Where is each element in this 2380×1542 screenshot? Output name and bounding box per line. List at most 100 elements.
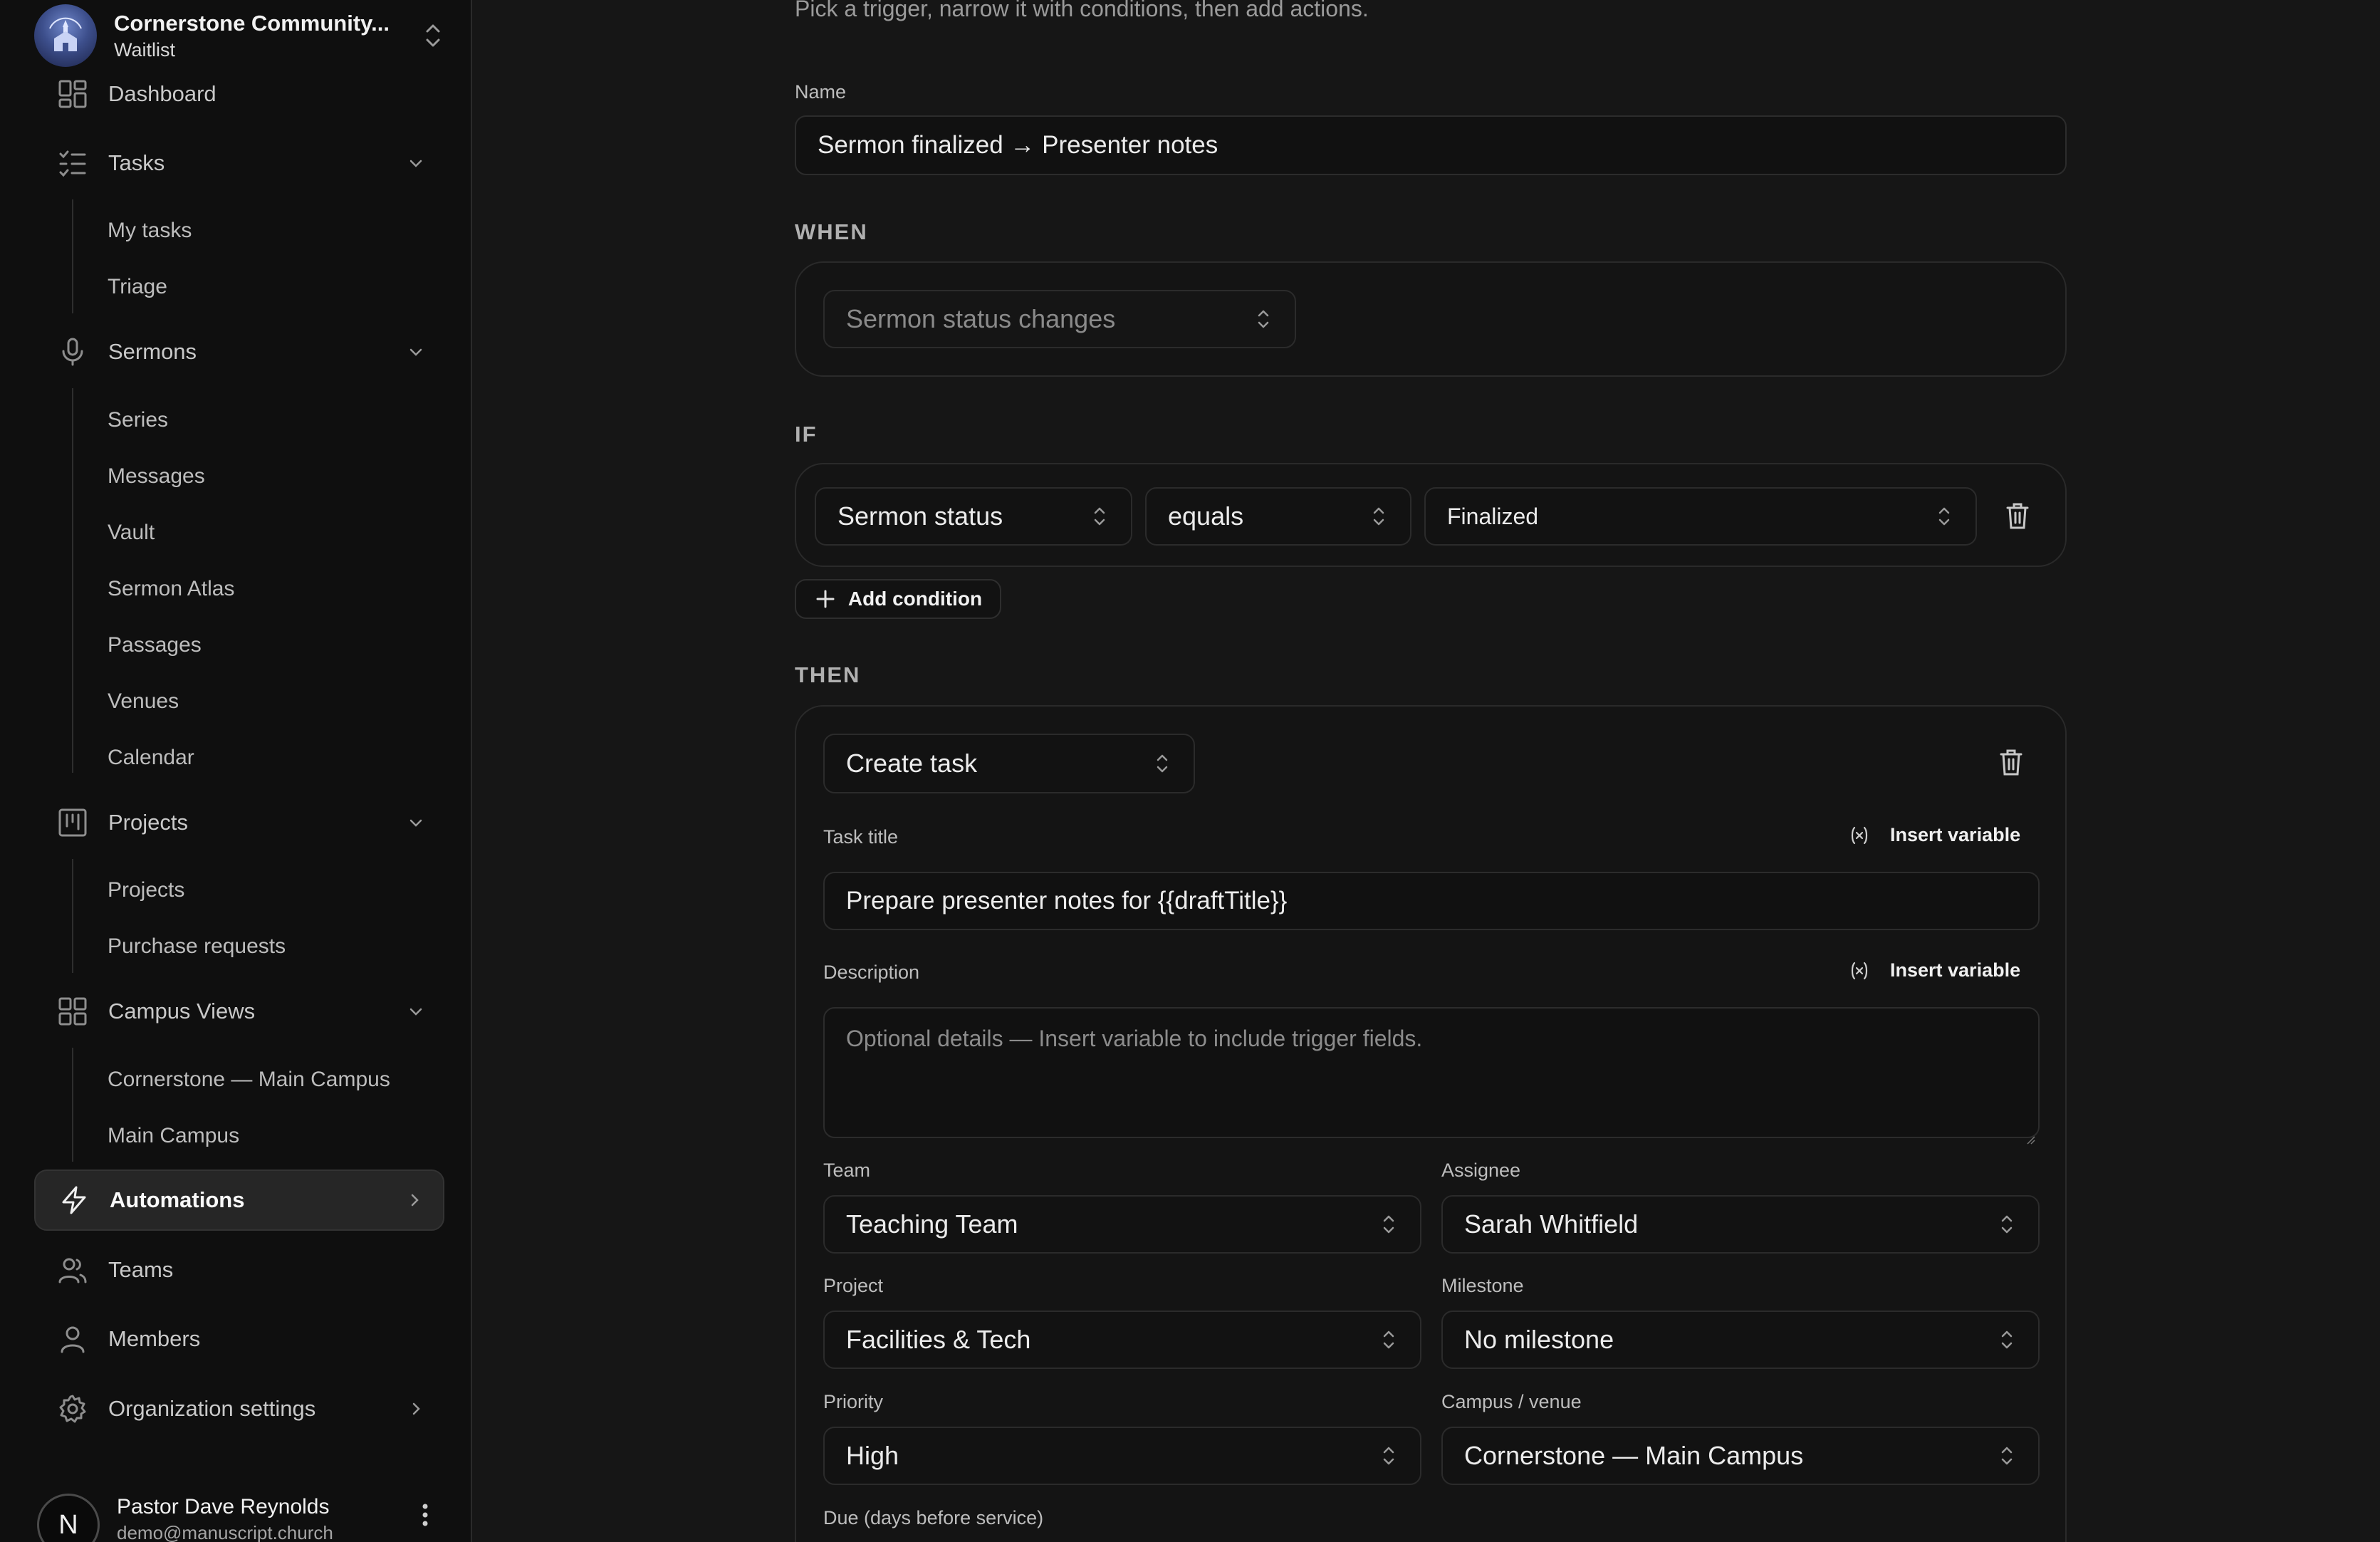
chevron-updown-icon <box>1251 305 1276 333</box>
chevron-updown-icon[interactable] <box>419 20 447 51</box>
campus-value: Cornerstone — Main Campus <box>1464 1441 1804 1470</box>
users-icon <box>56 1253 90 1287</box>
condition-field-value: Sermon status <box>837 501 1003 531</box>
sidebar-subitem-main-campus[interactable]: Main Campus <box>108 1120 239 1152</box>
user-menu[interactable]: N Pastor Dave Reynolds demo@manuscript.c… <box>37 1485 450 1542</box>
action-type-value: Create task <box>846 749 978 778</box>
sidebar-subitem-calendar[interactable]: Calendar <box>108 742 194 773</box>
sidebar-subitem-vault[interactable]: Vault <box>108 517 155 548</box>
user-email: demo@manuscript.church <box>117 1522 333 1542</box>
sidebar-subitem-projects[interactable]: Projects <box>108 875 184 906</box>
priority-select[interactable]: High <box>823 1427 1421 1485</box>
campus-select[interactable]: Cornerstone — Main Campus <box>1441 1427 2040 1485</box>
org-switcher[interactable]: Cornerstone Community... Waitlist <box>34 4 447 67</box>
task-title-input[interactable]: Prepare presenter notes for {{draftTitle… <box>823 872 2040 930</box>
submenu-line <box>72 388 73 773</box>
chevron-down-icon[interactable] <box>402 149 430 177</box>
sidebar-subitem-venues[interactable]: Venues <box>108 686 179 717</box>
campus-label: Campus / venue <box>1441 1391 1582 1412</box>
chevron-down-icon[interactable] <box>402 338 430 366</box>
sidebar-subitem-purchase-requests[interactable]: Purchase requests <box>108 931 286 962</box>
org-name: Cornerstone Community... <box>114 11 390 36</box>
description-textarea[interactable]: Optional details — Insert variable to in… <box>823 1007 2040 1145</box>
sidebar-item-teams[interactable]: Teams <box>34 1241 444 1298</box>
chevron-updown-icon <box>1994 1210 2020 1239</box>
chevron-down-icon[interactable] <box>402 808 430 837</box>
sidebar-subitem-passages[interactable]: Passages <box>108 630 202 661</box>
task-title-insert-variable-button[interactable]: Insert variable <box>1849 824 2020 846</box>
condition-operator-select[interactable]: equals <box>1145 487 1411 546</box>
sidebar-subitem-series[interactable]: Series <box>108 405 168 436</box>
sidebar-item-members[interactable]: Members <box>34 1311 444 1368</box>
grid-icon <box>56 77 90 111</box>
sidebar-item-sermons[interactable]: Sermons <box>34 323 444 380</box>
if-heading: IF <box>795 422 818 447</box>
sidebar-item-organization-settings[interactable]: Organization settings <box>34 1380 444 1437</box>
team-value: Teaching Team <box>846 1209 1018 1239</box>
team-label: Team <box>823 1160 871 1181</box>
chevron-down-icon[interactable] <box>402 997 430 1026</box>
submenu-line <box>72 199 73 313</box>
automation-name-input[interactable]: Sermon finalized → Presenter notes <box>795 115 2067 175</box>
milestone-label: Milestone <box>1441 1275 1524 1296</box>
plus-icon <box>814 588 837 610</box>
chevron-updown-icon <box>1994 1325 2020 1354</box>
sidebar-item-campus-views[interactable]: Campus Views <box>34 983 444 1040</box>
then-panel: Create task Task title Insert variable P… <box>795 705 2067 1542</box>
description-label: Description <box>823 962 920 983</box>
chevron-right-icon[interactable] <box>400 1186 429 1214</box>
chevron-updown-icon <box>1376 1210 1402 1239</box>
trigger-select[interactable]: Sermon status changes <box>823 290 1296 348</box>
trigger-value: Sermon status changes <box>846 304 1116 333</box>
variable-icon <box>1849 960 1870 981</box>
milestone-select[interactable]: No milestone <box>1441 1311 2040 1369</box>
project-value: Facilities & Tech <box>846 1325 1031 1354</box>
sidebar-item-label: Dashboard <box>108 81 216 106</box>
delete-action-icon[interactable] <box>1995 746 2027 778</box>
sidebar-subitem-sermon-atlas[interactable]: Sermon Atlas <box>108 573 234 605</box>
sidebar-item-tasks[interactable]: Tasks <box>34 135 444 192</box>
gear-icon <box>56 1392 90 1426</box>
resize-handle-icon[interactable] <box>2025 1124 2035 1145</box>
sidebar-item-automations[interactable]: Automations <box>34 1169 444 1231</box>
condition-value: Finalized <box>1447 503 1539 529</box>
team-select[interactable]: Teaching Team <box>823 1195 1421 1254</box>
kanban-icon <box>56 806 90 840</box>
sidebar: Cornerstone Community... Waitlist Dashbo… <box>0 0 472 1542</box>
sidebar-item-projects[interactable]: Projects <box>34 794 444 851</box>
sidebar-subitem-messages[interactable]: Messages <box>108 461 205 492</box>
priority-value: High <box>846 1441 899 1470</box>
project-select[interactable]: Facilities & Tech <box>823 1311 1421 1369</box>
add-condition-button[interactable]: Add condition <box>795 579 1001 619</box>
microphone-icon <box>56 335 90 369</box>
due-label: Due (days before service) <box>823 1507 1044 1528</box>
task-title-label: Task title <box>823 826 899 848</box>
condition-field-select[interactable]: Sermon status <box>815 487 1132 546</box>
condition-operator-value: equals <box>1168 501 1244 531</box>
add-condition-label: Add condition <box>847 588 983 610</box>
sidebar-subitem-my-tasks[interactable]: My tasks <box>108 215 192 246</box>
assignee-select[interactable]: Sarah Whitfield <box>1441 1195 2040 1254</box>
sidebar-subitem-triage[interactable]: Triage <box>108 271 167 303</box>
sidebar-item-dashboard[interactable]: Dashboard <box>34 66 444 123</box>
chevron-updown-icon <box>1366 502 1392 531</box>
condition-value-select[interactable]: Finalized <box>1424 487 1977 546</box>
sidebar-subitem-main-campus-cornerstone[interactable]: Cornerstone — Main Campus <box>108 1064 390 1095</box>
submenu-line <box>72 859 73 973</box>
more-vertical-icon[interactable] <box>414 1501 436 1529</box>
when-panel: Sermon status changes <box>795 261 2067 377</box>
action-type-select[interactable]: Create task <box>823 734 1195 793</box>
insert-variable-label: Insert variable <box>1890 824 2021 845</box>
description-insert-variable-button[interactable]: Insert variable <box>1849 959 2020 981</box>
project-label: Project <box>823 1275 884 1296</box>
delete-condition-icon[interactable] <box>2002 500 2033 531</box>
sidebar-item-label: Sermons <box>108 339 197 364</box>
chevron-right-icon[interactable] <box>402 1395 430 1423</box>
sidebar-item-label: Teams <box>108 1257 174 1282</box>
assignee-value: Sarah Whitfield <box>1464 1209 1639 1239</box>
chevron-updown-icon <box>1931 502 1957 531</box>
when-heading: WHEN <box>795 219 868 244</box>
user-name: Pastor Dave Reynolds <box>117 1495 330 1518</box>
task-title-value: Prepare presenter notes for {{draftTitle… <box>846 887 1288 915</box>
org-logo <box>34 4 97 67</box>
